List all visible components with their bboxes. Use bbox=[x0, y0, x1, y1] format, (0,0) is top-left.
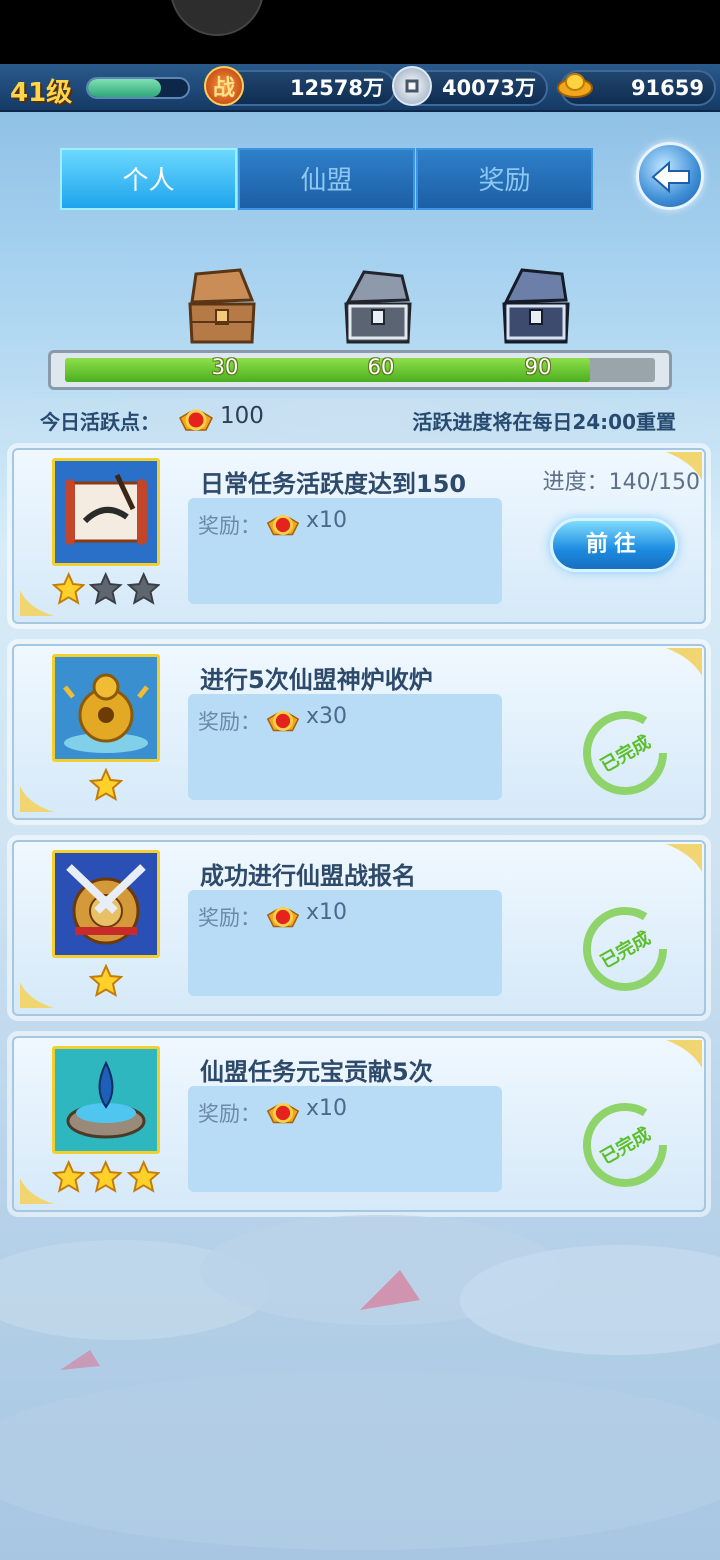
chest-gold-icon[interactable] bbox=[496, 266, 576, 348]
corner-ornament-icon bbox=[20, 590, 54, 616]
tab-bar: 个人 仙盟 奖励 bbox=[60, 148, 593, 210]
player-level: 41级 bbox=[10, 78, 73, 108]
task-title: 进行5次仙盟神炉收炉 bbox=[200, 666, 433, 694]
star-empty-icon bbox=[89, 572, 123, 605]
activity-reset-note: 活跃进度将在每日24:00重置 bbox=[412, 410, 676, 434]
tab-personal[interactable]: 个人 bbox=[60, 148, 237, 210]
alliance-battle-icon bbox=[52, 850, 160, 958]
star-filled-icon bbox=[126, 1160, 160, 1193]
reward-box: 奖励： x10 bbox=[188, 498, 502, 604]
reward-label: 奖励： bbox=[198, 1102, 261, 1126]
back-button[interactable] bbox=[636, 142, 704, 210]
top-strip bbox=[0, 0, 720, 64]
star-filled-icon bbox=[89, 1160, 123, 1193]
milestone-90: 90 bbox=[524, 355, 552, 379]
activity-progress-bar: 30 60 90 bbox=[48, 350, 672, 390]
star-empty-icon bbox=[126, 572, 160, 605]
star-filled-icon bbox=[89, 768, 123, 802]
reward-count: x10 bbox=[306, 508, 348, 533]
activity-medal-icon bbox=[179, 409, 213, 431]
reward-box: 奖励： x10 bbox=[188, 890, 502, 996]
task-stars bbox=[52, 1160, 160, 1194]
completed-stamp: 已完成 bbox=[580, 708, 670, 798]
reward-label: 奖励： bbox=[198, 710, 261, 734]
combat-power-value: 12578万 bbox=[289, 76, 384, 100]
task-stars bbox=[52, 964, 160, 998]
cloud-background bbox=[0, 1215, 720, 1550]
corner-ornament-icon bbox=[20, 982, 54, 1008]
task-progress: 进度：140/150 bbox=[542, 470, 700, 495]
chest-bronze-icon[interactable] bbox=[182, 266, 262, 348]
star-filled-icon bbox=[52, 572, 86, 605]
combat-power-icon: 战 bbox=[204, 66, 244, 106]
xp-bar bbox=[86, 77, 190, 99]
silver-coin-icon bbox=[392, 66, 432, 106]
reward-label: 奖励： bbox=[198, 906, 261, 930]
task-stars bbox=[52, 572, 160, 606]
progress-fill bbox=[65, 358, 591, 382]
tab-rewards[interactable]: 奖励 bbox=[416, 148, 593, 210]
gold-ingot-icon bbox=[556, 64, 594, 102]
reward-count: x10 bbox=[306, 1096, 348, 1121]
chest-silver-icon[interactable] bbox=[338, 266, 418, 348]
star-filled-icon bbox=[89, 964, 123, 998]
reward-count: x30 bbox=[306, 704, 348, 729]
corner-ornament-icon bbox=[666, 1040, 702, 1068]
reward-medal-icon bbox=[266, 907, 300, 928]
back-arrow-icon bbox=[651, 160, 690, 194]
star-filled-icon bbox=[52, 1160, 86, 1193]
task-card: 成功进行仙盟战报名 奖励： x10 已完成 bbox=[12, 840, 706, 1016]
completed-stamp: 已完成 bbox=[580, 1100, 670, 1190]
reward-box: 奖励： x10 bbox=[188, 1086, 502, 1192]
task-title: 日常任务活跃度达到150 bbox=[200, 470, 467, 498]
corner-ornament-icon bbox=[666, 648, 702, 676]
task-card: 日常任务活跃度达到150 进度：140/150 奖励： x10 前往 bbox=[12, 448, 706, 624]
reward-medal-icon bbox=[266, 1103, 300, 1124]
reward-label: 奖励： bbox=[198, 514, 261, 538]
corner-ornament-icon bbox=[20, 1178, 54, 1204]
task-card: 进行5次仙盟神炉收炉 奖励： x30 已完成 bbox=[12, 644, 706, 820]
activity-info-row: 今日活跃点： 100 活跃进度将在每日24:00重置 bbox=[0, 398, 720, 440]
task-stars bbox=[52, 768, 160, 802]
corner-ornament-icon bbox=[20, 786, 54, 812]
scroll-quest-icon bbox=[52, 458, 160, 566]
status-bar: 41级 12578万 战 40073万 91659 bbox=[0, 64, 720, 112]
corner-ornament-icon bbox=[666, 844, 702, 872]
reward-box: 奖励： x30 bbox=[188, 694, 502, 800]
completed-stamp: 已完成 bbox=[580, 904, 670, 994]
altar-quest-icon bbox=[52, 1046, 160, 1154]
goto-button[interactable]: 前往 bbox=[550, 518, 678, 572]
task-title: 仙盟任务元宝贡献5次 bbox=[200, 1058, 433, 1086]
xp-bar-fill bbox=[88, 79, 161, 97]
task-title: 成功进行仙盟战报名 bbox=[200, 862, 416, 890]
player-avatar[interactable] bbox=[170, 0, 264, 36]
silver-value: 40073万 bbox=[441, 76, 536, 100]
task-card: 仙盟任务元宝贡献5次 奖励： x10 已完成 bbox=[12, 1036, 706, 1212]
reward-medal-icon bbox=[266, 711, 300, 732]
tab-alliance[interactable]: 仙盟 bbox=[238, 148, 415, 210]
furnace-quest-icon bbox=[52, 654, 160, 762]
milestone-60: 60 bbox=[367, 355, 395, 379]
milestone-30: 30 bbox=[211, 355, 239, 379]
reward-count: x10 bbox=[306, 900, 348, 925]
activity-value: 100 bbox=[220, 403, 264, 429]
activity-label: 今日活跃点： bbox=[40, 410, 160, 434]
gold-value: 91659 bbox=[630, 76, 704, 100]
reward-medal-icon bbox=[266, 515, 300, 536]
